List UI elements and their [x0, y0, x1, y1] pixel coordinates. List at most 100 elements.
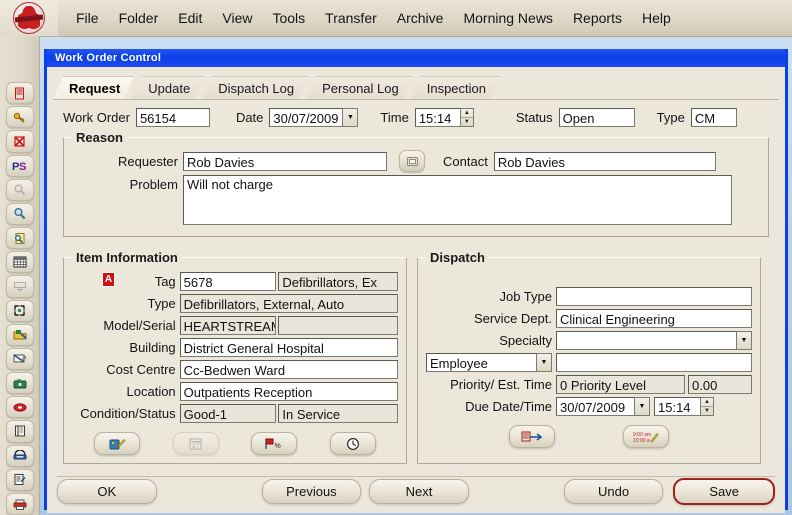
- tab-request[interactable]: Request: [53, 76, 134, 99]
- date-dropdown-icon[interactable]: ▼: [343, 108, 359, 127]
- svg-text:10:00 a: 10:00 a: [633, 438, 650, 444]
- contact-label: Contact: [443, 153, 488, 169]
- svg-text:%: %: [274, 443, 280, 450]
- item-calendar-button[interactable]: 27: [172, 432, 219, 455]
- dispatch-assign-button[interactable]: [509, 425, 555, 448]
- key-gold-icon-button[interactable]: [5, 106, 34, 129]
- assignee-input[interactable]: [556, 353, 752, 372]
- service-dept-input[interactable]: Clinical Engineering: [556, 309, 752, 328]
- due-time-spinner[interactable]: ▲ ▼: [701, 397, 714, 416]
- grid-table-icon-button[interactable]: [5, 251, 34, 274]
- camera-icon-button[interactable]: [5, 372, 34, 395]
- menu-tools[interactable]: Tools: [262, 6, 315, 30]
- tag-red-icon-button[interactable]: [5, 396, 34, 419]
- flag-folder-icon-button[interactable]: [5, 323, 34, 346]
- window-body: Request Update Dispatch Log Personal Log…: [47, 73, 785, 513]
- tab-personal-log[interactable]: Personal Log: [306, 76, 413, 99]
- menu-transfer[interactable]: Transfer: [315, 6, 387, 30]
- schedule-times-icon: 9:00 am10:00 a: [633, 432, 659, 444]
- building-row: Building District General Hospital: [72, 338, 398, 357]
- specialty-dropdown-icon[interactable]: ▼: [737, 331, 752, 350]
- menu-edit[interactable]: Edit: [168, 6, 212, 30]
- svg-text:S: S: [19, 161, 26, 172]
- find-document-icon-button[interactable]: [5, 227, 34, 250]
- scan-document-icon-button[interactable]: [5, 299, 34, 322]
- delete-x-icon-button[interactable]: [5, 130, 34, 153]
- tab-dispatch-log[interactable]: Dispatch Log: [202, 76, 308, 99]
- item-details-button[interactable]: [94, 432, 141, 455]
- item-button-row: 27 %: [72, 432, 398, 455]
- date-input[interactable]: 30/07/2009: [269, 108, 344, 127]
- menu-folder[interactable]: Folder: [109, 6, 169, 30]
- ps-label-icon-button[interactable]: PS: [5, 154, 34, 177]
- dispatch-schedule-button[interactable]: 9:00 am 10:00 a: [623, 425, 669, 448]
- specialty-input[interactable]: [556, 331, 737, 350]
- condition-status-label: Condition/Status: [80, 406, 176, 421]
- calendar-disabled-icon: 27: [189, 438, 202, 449]
- due-date-input[interactable]: 30/07/2009: [556, 397, 635, 416]
- work-order-label: Work Order: [63, 110, 130, 125]
- hospital-logo-icon: [13, 2, 45, 34]
- work-order-input[interactable]: 56154: [135, 108, 210, 127]
- item-history-button[interactable]: %: [251, 432, 298, 455]
- type-input[interactable]: CM: [690, 108, 737, 127]
- edit-note-icon-button[interactable]: [5, 347, 34, 371]
- paint-edit-icon: [109, 438, 126, 449]
- previous-button[interactable]: Previous: [261, 479, 362, 504]
- save-button[interactable]: Save: [673, 478, 775, 505]
- checklist-edit-icon-button[interactable]: [5, 468, 34, 491]
- item-type-label: Type: [147, 296, 176, 311]
- time-input[interactable]: 15:14: [414, 108, 461, 127]
- item-information-title: Item Information: [72, 250, 182, 265]
- due-date-dropdown-icon[interactable]: ▼: [635, 397, 650, 416]
- status-input[interactable]: Open: [558, 108, 635, 127]
- tab-update[interactable]: Update: [132, 76, 204, 99]
- book-icon-button[interactable]: [5, 420, 34, 443]
- model-serial-label: Model/Serial: [103, 318, 176, 333]
- dispatch-group: Dispatch Job Type Service Dept. Clinical…: [417, 250, 761, 464]
- building-value[interactable]: District General Hospital: [179, 338, 398, 357]
- due-time-input[interactable]: 15:14: [654, 397, 701, 416]
- tab-inspection[interactable]: Inspection: [411, 76, 500, 99]
- service-dept-row: Service Dept. Clinical Engineering: [426, 309, 752, 328]
- menu-file[interactable]: File: [66, 6, 109, 30]
- job-type-input[interactable]: [556, 287, 752, 306]
- tag-row: A Tag 5678 Defibrillators, Ex: [72, 272, 398, 291]
- tag-description: Defibrillators, Ex: [278, 272, 398, 291]
- form-disabled-icon-button[interactable]: [5, 275, 34, 298]
- next-button[interactable]: Next: [369, 479, 469, 504]
- assignee-type-dropdown-icon[interactable]: ▼: [537, 353, 552, 372]
- item-clock-button[interactable]: [329, 432, 376, 455]
- tab-request-label: Request: [69, 80, 121, 96]
- requester-lookup-button[interactable]: [399, 150, 425, 172]
- time-spinner[interactable]: ▲ ▼: [460, 108, 474, 127]
- work-order-header-row: Work Order 56154 Date 30/07/2009 ▼ Time …: [63, 108, 769, 127]
- cost-centre-value[interactable]: Cc-Bedwen Ward: [179, 360, 398, 379]
- contact-input[interactable]: Rob Davies: [493, 151, 716, 171]
- location-value[interactable]: Outpatients Reception: [179, 382, 398, 401]
- assignee-type-select[interactable]: Employee: [426, 353, 537, 372]
- undo-button[interactable]: Undo: [563, 479, 664, 504]
- phone-icon-button[interactable]: [5, 444, 34, 467]
- printer-icon-button[interactable]: [5, 492, 34, 515]
- search-disabled-icon-button[interactable]: [5, 178, 34, 201]
- service-dept-label: Service Dept.: [473, 311, 552, 326]
- problem-textarea[interactable]: [183, 175, 732, 225]
- ok-button[interactable]: OK: [57, 479, 157, 504]
- menu-help[interactable]: Help: [632, 6, 681, 30]
- menu-view[interactable]: View: [212, 6, 262, 30]
- magnifier-icon-button[interactable]: [5, 202, 34, 226]
- specialty-row: Specialty ▼: [426, 331, 752, 350]
- menu-archive[interactable]: Archive: [387, 6, 454, 30]
- item-type-value: Defibrillators, External, Auto: [179, 294, 398, 313]
- location-label: Location: [126, 384, 176, 399]
- menu-reports[interactable]: Reports: [563, 6, 632, 30]
- tag-input[interactable]: 5678: [179, 272, 277, 291]
- document-red-icon-button[interactable]: [5, 82, 34, 105]
- menu-items: File Folder Edit View Tools Transfer Arc…: [58, 6, 681, 30]
- requester-input[interactable]: Rob Davies: [183, 151, 387, 171]
- menu-morning-news[interactable]: Morning News: [453, 6, 562, 30]
- assign-arrow-icon: [521, 431, 543, 441]
- priority-est-label: Priority/ Est. Time: [450, 377, 552, 392]
- left-toolbar: PS: [0, 36, 40, 515]
